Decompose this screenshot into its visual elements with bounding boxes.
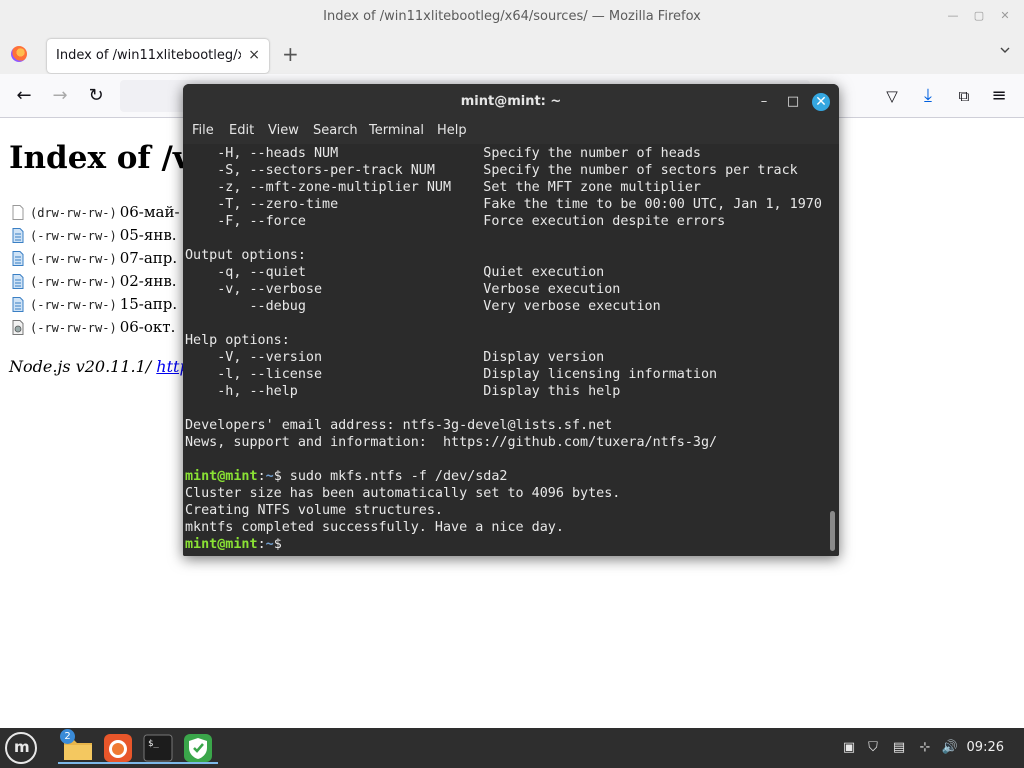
puzzle-icon[interactable]: ⧉ bbox=[954, 86, 974, 106]
browser-tab-strip: Index of /win11xlitebootleg/x64/sources/… bbox=[0, 34, 1024, 74]
taskbar: m 2 $_ ▣ ⛉ ▤ ⊹ 🔊 09:26 bbox=[0, 728, 1024, 768]
entry-date: 06-май- bbox=[119, 203, 180, 221]
menu-help[interactable]: Help bbox=[437, 123, 467, 138]
document-file-icon bbox=[12, 274, 24, 289]
entry-permissions: (drw-rw-rw-) bbox=[30, 206, 117, 220]
entry-permissions: (-rw-rw-rw-) bbox=[30, 252, 117, 266]
clipboard-icon[interactable]: ▣ bbox=[840, 739, 858, 757]
prompt-symbol: $ bbox=[273, 537, 282, 552]
list-item[interactable]: (-rw-rw-rw-) 15-апр. bbox=[12, 294, 177, 314]
prompt-path: ~ bbox=[265, 469, 274, 484]
entry-date: 06-окт. bbox=[119, 318, 176, 336]
terminal-title: mint@mint: ~ bbox=[460, 94, 562, 109]
prompt-user: mint@mint bbox=[185, 469, 258, 484]
list-item[interactable]: (-rw-rw-rw-) 06-окт. bbox=[12, 317, 175, 337]
terminal-output-result: Cluster size has been automatically set … bbox=[185, 486, 621, 535]
pocket-icon[interactable]: ▽ bbox=[882, 86, 902, 106]
page-footer: Node.js v20.11.1/ http bbox=[9, 357, 190, 376]
tab-label: Index of /win11xlitebootleg/x64/sources/ bbox=[56, 48, 241, 63]
prompt-path: ~ bbox=[265, 537, 274, 552]
terminal-titlebar[interactable]: mint@mint: ~ – □ ✕ bbox=[183, 84, 839, 119]
menu-search[interactable]: Search bbox=[313, 123, 358, 138]
update-shield-icon[interactable]: ⛉ bbox=[864, 739, 882, 757]
tab-index-of[interactable]: Index of /win11xlitebootleg/x64/sources/… bbox=[47, 39, 269, 73]
chevron-down-icon[interactable] bbox=[1000, 45, 1010, 55]
entry-date: 07-апр. bbox=[119, 249, 178, 267]
battery-icon[interactable]: ▤ bbox=[890, 739, 908, 757]
page-title: Index of /v bbox=[9, 140, 191, 176]
shield-icon[interactable] bbox=[178, 732, 218, 764]
minimize-icon[interactable]: — bbox=[946, 9, 960, 23]
mint-menu-icon[interactable]: m bbox=[5, 732, 37, 764]
list-item[interactable]: (-rw-rw-rw-) 05-янв. bbox=[12, 225, 177, 245]
minimize-icon[interactable]: – bbox=[755, 93, 773, 111]
maximize-icon[interactable]: ▢ bbox=[972, 9, 986, 23]
blank-file-icon bbox=[12, 205, 24, 220]
browser-window-title: Index of /win11xlitebootleg/x64/sources/… bbox=[323, 9, 701, 24]
terminal-icon[interactable]: $_ bbox=[138, 732, 178, 764]
list-item[interactable]: (-rw-rw-rw-) 02-янв. bbox=[12, 271, 177, 291]
download-icon[interactable]: ⤓ bbox=[918, 86, 938, 106]
entry-permissions: (-rw-rw-rw-) bbox=[30, 298, 117, 312]
terminal-scrollbar[interactable] bbox=[830, 511, 835, 551]
entry-date: 15-апр. bbox=[119, 295, 178, 313]
browser-titlebar: Index of /win11xlitebootleg/x64/sources/… bbox=[0, 0, 1024, 34]
entry-date: 02-янв. bbox=[119, 272, 177, 290]
menu-terminal[interactable]: Terminal bbox=[369, 123, 424, 138]
files-badge: 2 bbox=[60, 729, 75, 744]
list-item[interactable]: (drw-rw-rw-) 06-май- bbox=[12, 202, 180, 222]
svg-text:$_: $_ bbox=[148, 739, 159, 749]
entry-date: 05-янв. bbox=[119, 226, 177, 244]
image-file-icon bbox=[12, 320, 24, 335]
clock[interactable]: 09:26 bbox=[967, 740, 1004, 755]
maximize-icon[interactable]: □ bbox=[784, 93, 802, 111]
entry-permissions: (-rw-rw-rw-) bbox=[30, 275, 117, 289]
terminal-menubar: File Edit View Search Terminal Help bbox=[183, 119, 839, 144]
document-file-icon bbox=[12, 251, 24, 266]
terminal-output[interactable]: -H, --heads NUM Specify the number of he… bbox=[183, 144, 839, 556]
close-icon[interactable]: ✕ bbox=[998, 9, 1012, 23]
back-arrow-icon[interactable]: ← bbox=[14, 86, 34, 106]
document-file-icon bbox=[12, 297, 24, 312]
terminal-output-help: -H, --heads NUM Specify the number of he… bbox=[185, 146, 822, 450]
tab-close-icon[interactable]: × bbox=[248, 47, 260, 63]
firefox-logo-icon bbox=[11, 46, 27, 62]
terminal-window[interactable]: mint@mint: ~ – □ ✕ File Edit View Search… bbox=[183, 84, 839, 556]
close-icon[interactable]: ✕ bbox=[812, 93, 830, 111]
menu-file[interactable]: File bbox=[192, 123, 214, 138]
terminal-command: sudo mkfs.ntfs -f /dev/sda2 bbox=[281, 469, 508, 484]
prompt-user: mint@mint bbox=[185, 537, 258, 552]
prompt-separator: : bbox=[257, 469, 266, 484]
prompt-separator: : bbox=[257, 537, 266, 552]
document-file-icon bbox=[12, 228, 24, 243]
reload-icon[interactable]: ↻ bbox=[86, 86, 106, 106]
list-item[interactable]: (-rw-rw-rw-) 07-апр. bbox=[12, 248, 177, 268]
firefox-icon[interactable] bbox=[98, 732, 138, 764]
entry-permissions: (-rw-rw-rw-) bbox=[30, 321, 117, 335]
volume-icon[interactable]: 🔊 bbox=[941, 739, 959, 757]
new-tab-button[interactable]: + bbox=[282, 42, 299, 66]
entry-permissions: (-rw-rw-rw-) bbox=[30, 229, 117, 243]
network-icon[interactable]: ⊹ bbox=[916, 739, 934, 757]
footer-server-text: Node.js v20.11.1/ bbox=[9, 357, 152, 376]
menu-view[interactable]: View bbox=[268, 123, 299, 138]
prompt-symbol: $ bbox=[273, 469, 282, 484]
forward-arrow-icon[interactable]: → bbox=[50, 86, 70, 106]
menu-edit[interactable]: Edit bbox=[229, 123, 254, 138]
hamburger-menu-icon[interactable]: ≡ bbox=[989, 86, 1009, 106]
